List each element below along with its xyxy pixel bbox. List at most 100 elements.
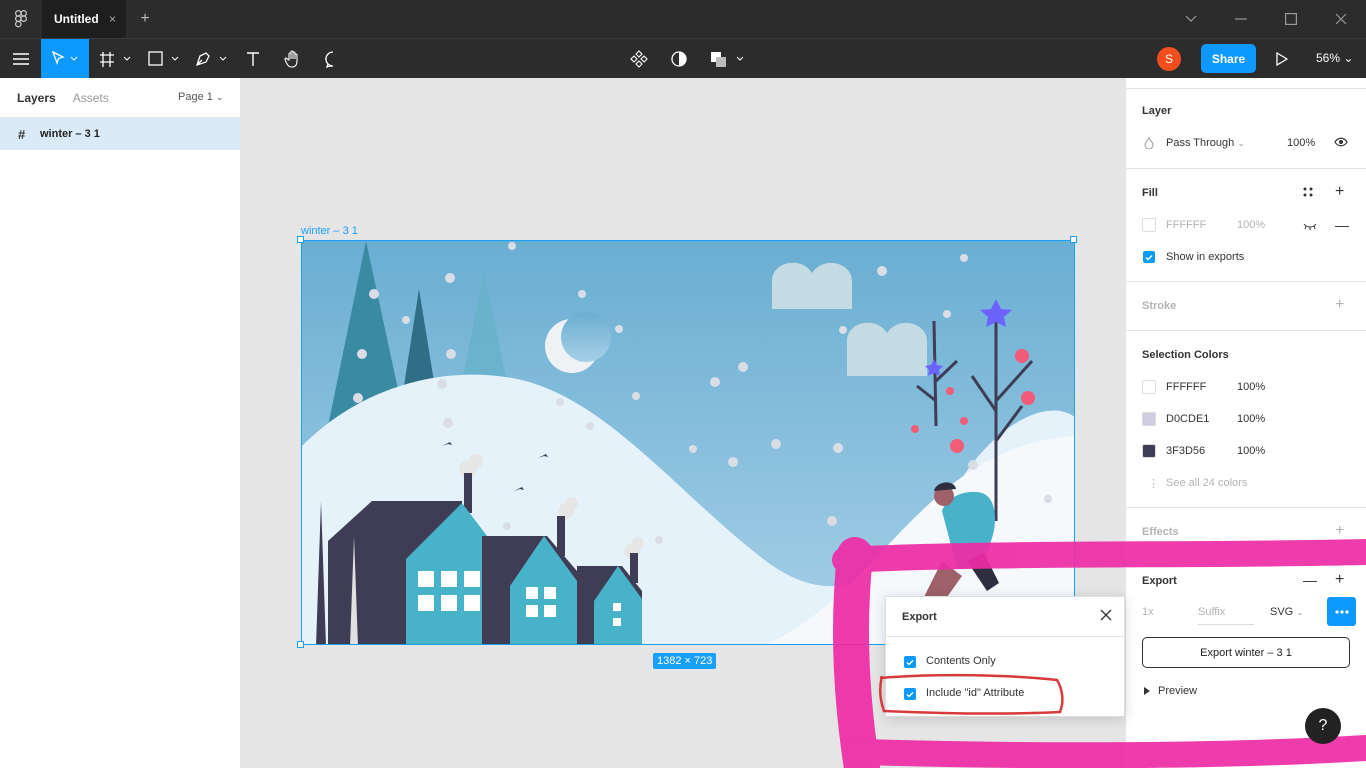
tab-assets[interactable]: Assets: [73, 91, 109, 105]
color-hex[interactable]: FFFFFF: [1166, 381, 1206, 393]
page-name: Page 1: [178, 91, 213, 103]
popup-title: Export: [902, 610, 937, 623]
components-icon[interactable]: [626, 39, 652, 79]
toolbar: S Share 56% ⌄: [0, 38, 1366, 79]
pen-tool-icon[interactable]: [193, 39, 231, 79]
eye-icon[interactable]: [1334, 137, 1348, 150]
effects-section: Effects +: [1126, 507, 1366, 556]
layers-panel: Layers Assets Page 1 ⌄ # winter – 3 1: [0, 78, 241, 768]
add-fill-icon[interactable]: +: [1335, 183, 1344, 201]
close-window-icon[interactable]: [1316, 0, 1366, 38]
hand-tool-icon[interactable]: [280, 39, 306, 79]
color-swatch[interactable]: [1142, 412, 1156, 426]
export-settings-button[interactable]: [1327, 597, 1356, 626]
figma-menu-icon[interactable]: [0, 0, 42, 38]
export-button[interactable]: Export winter – 3 1: [1142, 637, 1350, 668]
show-in-exports-label: Show in exports: [1166, 251, 1245, 263]
preview-toggle[interactable]: Preview: [1158, 685, 1197, 697]
blend-mode-value: Pass Through: [1166, 137, 1235, 149]
add-export-icon[interactable]: +: [1335, 571, 1344, 589]
chevron-down-icon[interactable]: [1166, 0, 1216, 38]
main-menu-icon[interactable]: [8, 39, 34, 79]
file-tab[interactable]: Untitled ×: [42, 0, 126, 38]
frame-dimensions-badge: 1382 × 723: [653, 653, 717, 669]
selection-colors-section: Selection Colors FFFFFF 100% D0CDE1 100%…: [1126, 330, 1366, 507]
remove-export-icon[interactable]: —: [1303, 572, 1317, 588]
layer-opacity[interactable]: 100%: [1287, 137, 1315, 149]
close-icon[interactable]: [1100, 609, 1112, 624]
hidden-eye-icon[interactable]: [1303, 221, 1317, 233]
close-tab-icon[interactable]: ×: [109, 12, 116, 26]
blend-mode-icon: [1144, 137, 1154, 152]
chevron-down-icon: ⌄: [1343, 51, 1354, 65]
comment-tool-icon[interactable]: [320, 39, 346, 79]
layer-section: Layer Pass Through ⌄ 100%: [1126, 88, 1366, 168]
stroke-section: Stroke +: [1126, 281, 1366, 330]
fill-swatch[interactable]: [1142, 218, 1156, 232]
layer-row[interactable]: # winter – 3 1: [0, 118, 240, 150]
properties-panel: Layer Pass Through ⌄ 100% Fill + FFFFFF …: [1125, 78, 1366, 768]
winter-illustration: [302, 241, 1074, 644]
minimize-icon[interactable]: [1216, 0, 1266, 38]
new-tab-icon[interactable]: +: [136, 10, 154, 28]
blend-mode-select[interactable]: Pass Through ⌄: [1166, 137, 1245, 149]
file-tab-title: Untitled: [54, 12, 99, 26]
page-selector[interactable]: Page 1 ⌄: [178, 91, 223, 103]
move-tool-icon[interactable]: [41, 39, 89, 79]
fill-section: Fill + FFFFFF 100% — Show in exports: [1126, 168, 1366, 281]
caret-right-icon[interactable]: [1144, 686, 1150, 698]
color-opacity[interactable]: 100%: [1237, 413, 1265, 425]
frame-tool-icon[interactable]: [97, 39, 135, 79]
resize-handle[interactable]: [297, 236, 304, 243]
export-settings-popup: Export Contents Only Include "id" Attrib…: [885, 596, 1125, 717]
fill-opacity[interactable]: 100%: [1237, 219, 1265, 231]
see-all-colors-link[interactable]: See all 24 colors: [1166, 477, 1247, 489]
fill-hex[interactable]: FFFFFF: [1166, 219, 1206, 231]
export-scale-input[interactable]: 1x: [1142, 606, 1154, 618]
window-controls: [1166, 0, 1366, 38]
zoom-value: 56%: [1316, 51, 1341, 65]
selection-colors-title: Selection Colors: [1142, 349, 1229, 361]
share-button[interactable]: Share: [1201, 44, 1256, 73]
resize-handle[interactable]: [1070, 236, 1077, 243]
export-format-value: SVG: [1270, 606, 1294, 618]
style-grid-icon[interactable]: [1302, 186, 1314, 201]
help-button[interactable]: ?: [1305, 708, 1341, 744]
present-play-icon[interactable]: [1272, 39, 1292, 79]
remove-fill-icon[interactable]: —: [1335, 217, 1349, 233]
zoom-level[interactable]: 56% ⌄: [1316, 51, 1353, 65]
color-opacity[interactable]: 100%: [1237, 381, 1265, 393]
boolean-ops-icon[interactable]: [707, 39, 747, 79]
maximize-icon[interactable]: [1266, 0, 1316, 38]
text-tool-icon[interactable]: [240, 39, 266, 79]
mask-icon[interactable]: [666, 39, 692, 79]
export-title: Export: [1142, 575, 1177, 587]
effects-title: Effects: [1142, 526, 1179, 538]
color-swatch[interactable]: [1142, 380, 1156, 394]
color-opacity[interactable]: 100%: [1237, 445, 1265, 457]
winter-illustration-frame[interactable]: [301, 240, 1075, 645]
export-suffix-input[interactable]: Suffix: [1198, 606, 1254, 625]
contents-only-label: Contents Only: [926, 655, 996, 667]
user-avatar[interactable]: S: [1157, 47, 1181, 71]
show-in-exports-checkbox[interactable]: [1143, 251, 1155, 263]
chevron-down-icon: ⌄: [215, 92, 224, 102]
chevron-down-icon: ⌄: [1296, 607, 1304, 617]
include-id-label: Include "id" Attribute: [926, 687, 1025, 699]
add-stroke-icon[interactable]: +: [1335, 296, 1344, 314]
contents-only-checkbox[interactable]: [904, 656, 916, 668]
resize-handle[interactable]: [297, 641, 304, 648]
title-bar: Untitled × +: [0, 0, 1366, 38]
frame-label[interactable]: winter – 3 1: [301, 225, 358, 237]
color-swatch[interactable]: [1142, 444, 1156, 458]
rectangle-tool-icon[interactable]: [145, 39, 183, 79]
export-format-select[interactable]: SVG ⌄: [1270, 606, 1304, 618]
color-hex[interactable]: 3F3D56: [1166, 445, 1205, 457]
tab-layers[interactable]: Layers: [17, 91, 56, 105]
add-effect-icon[interactable]: +: [1335, 522, 1344, 540]
fill-title: Fill: [1142, 187, 1158, 199]
layer-title: Layer: [1142, 105, 1172, 117]
stroke-title: Stroke: [1142, 300, 1177, 312]
color-hex[interactable]: D0CDE1: [1166, 413, 1209, 425]
include-id-checkbox[interactable]: [904, 688, 916, 700]
